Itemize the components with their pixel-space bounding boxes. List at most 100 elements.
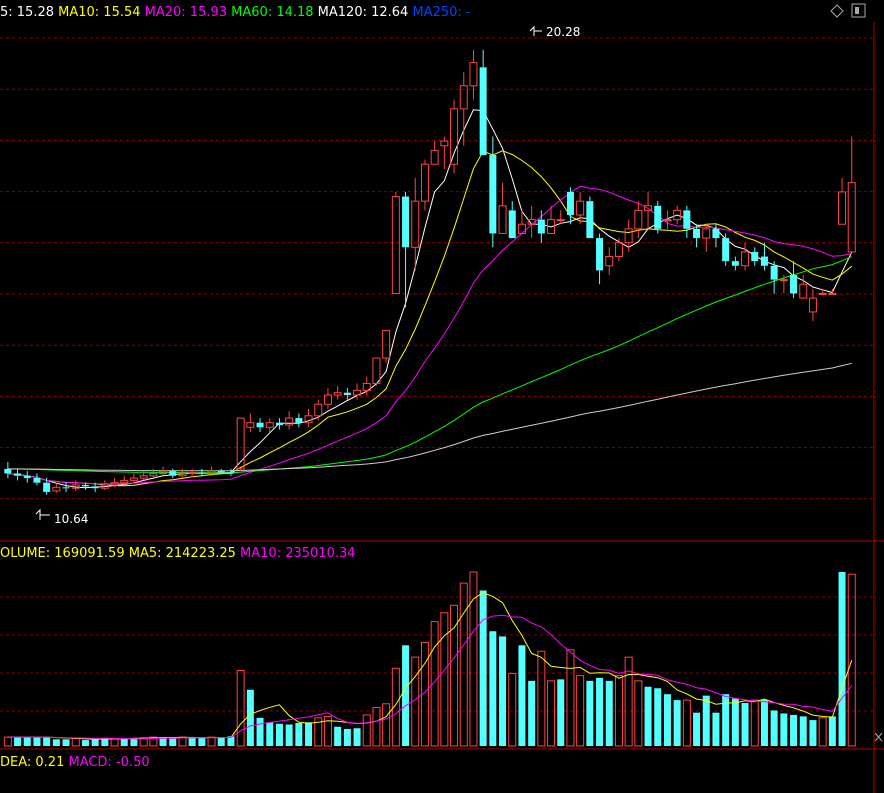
grid-lines (0, 22, 884, 793)
window-toggle-icon[interactable] (851, 3, 866, 18)
candle (654, 201, 662, 234)
ma20-line (7, 185, 852, 485)
volume-bar (489, 631, 497, 746)
volume-bar (402, 645, 410, 746)
volume-bar (499, 636, 507, 746)
candle (644, 191, 653, 229)
legend-item: 5: 15.28 (0, 5, 54, 20)
volume-bar (81, 740, 89, 746)
volume-bar (537, 650, 546, 747)
volume-bar (838, 572, 846, 746)
diamond-icon[interactable] (830, 4, 844, 18)
volume-bar (334, 726, 342, 746)
volume-bar (91, 739, 99, 746)
legend-item: OLUME: 169091.59 (0, 546, 125, 561)
legend-item: MA10: 235010.34 (236, 546, 356, 561)
legend-item: DEA: 0.21 (0, 755, 64, 770)
volume-bar (770, 710, 778, 746)
volume-bar (557, 679, 565, 746)
candle (741, 242, 750, 271)
legend-item: MA60: 14.18 (227, 5, 314, 20)
volume-bar (236, 669, 245, 747)
candle (304, 408, 313, 428)
volume-bar (760, 700, 768, 746)
candle (382, 329, 391, 363)
volume-bar (828, 716, 836, 746)
candle (731, 256, 739, 271)
volume-bar (596, 677, 604, 746)
volume-bar (644, 686, 652, 746)
candle (236, 417, 245, 472)
candle (246, 413, 255, 432)
ma10-line (7, 150, 853, 487)
volume-bar (459, 582, 468, 747)
volume-bar (741, 703, 749, 746)
ma120-line (7, 362, 852, 472)
volume-bar (809, 720, 817, 746)
volume-bar (750, 699, 759, 747)
candle (751, 247, 759, 266)
legend-item: MA20: 15.93 (141, 5, 228, 20)
volume-bar (71, 738, 80, 747)
volume-bar (207, 736, 216, 747)
candle (683, 205, 691, 239)
volume-bar (266, 722, 274, 746)
close-icon[interactable] (874, 732, 883, 742)
candle (459, 71, 468, 146)
candle (285, 411, 294, 430)
moving-average-lines (7, 109, 853, 489)
candle (779, 275, 788, 294)
volume-bar (120, 738, 128, 746)
candle (537, 210, 545, 243)
volume-bar (702, 695, 710, 746)
candle (508, 201, 516, 239)
volume-bar (256, 717, 264, 746)
volume-bar (605, 680, 613, 746)
candle (770, 261, 778, 294)
candle (100, 480, 109, 491)
low-annotation: 10.64 (35, 508, 88, 526)
candle (605, 247, 614, 275)
volume-bar (305, 722, 313, 746)
legend-item: MA120: 12.64 (314, 5, 409, 20)
candle (343, 388, 351, 400)
low-label: 10.64 (54, 512, 88, 526)
volume-bar (52, 739, 60, 746)
candle (469, 49, 478, 100)
candle (847, 136, 856, 253)
volume-bars (3, 571, 856, 747)
volume-bar (275, 723, 283, 746)
volume-bar (508, 672, 517, 747)
volume-bar (790, 714, 798, 746)
candle (838, 178, 847, 225)
candle (372, 357, 381, 386)
legend-item: MA10: 15.54 (54, 5, 141, 20)
volume-bar (780, 713, 788, 746)
volume-bar (3, 736, 12, 747)
candle (634, 201, 643, 239)
candle (295, 413, 303, 428)
volume-bar (634, 680, 643, 747)
volume-bar (285, 724, 293, 746)
candle (402, 191, 410, 308)
candle (586, 196, 594, 239)
candle (323, 388, 332, 409)
volume-legend: OLUME: 169091.59 MA5: 214223.25 MA10: 23… (0, 546, 356, 561)
candle (4, 461, 12, 479)
candle (14, 468, 22, 481)
volume-bar (547, 680, 556, 747)
volume-bar (43, 737, 51, 746)
macd-legend: DEA: 0.21 MACD: -0.50 (0, 755, 150, 770)
volume-bar (198, 737, 206, 746)
volume-bar (33, 737, 41, 746)
volume-bar (722, 694, 730, 746)
stock-chart: 20.28 10.64 5: 15.28 MA10: 15.54 MA20: 1… (0, 3, 884, 793)
volume-bar (169, 737, 177, 746)
candle (256, 418, 264, 432)
volume-bar (682, 699, 691, 747)
candle (566, 187, 574, 225)
ma60-line (7, 256, 852, 474)
volume-bar (566, 649, 575, 747)
candle (62, 481, 70, 492)
candle (420, 159, 429, 211)
